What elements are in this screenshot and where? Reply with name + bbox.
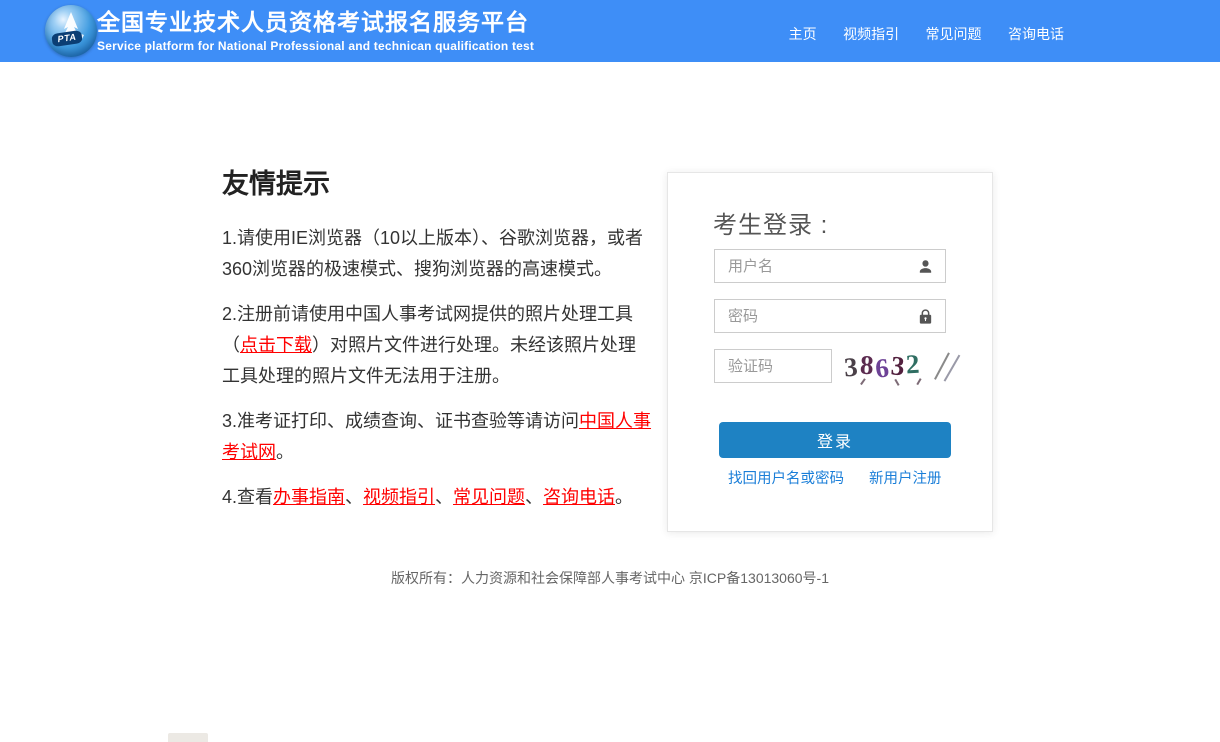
- lock-icon: [917, 308, 934, 325]
- nav-phone-link[interactable]: 咨询电话: [1008, 26, 1064, 42]
- tip-item-1: 1.请使用IE浏览器（10以上版本）、谷歌浏览器，或者360浏览器的极速模式、搜…: [222, 223, 652, 285]
- captcha-field-wrapper: [714, 349, 832, 383]
- download-photo-tool-link[interactable]: 点击下载: [240, 335, 312, 355]
- cpta-site-link[interactable]: 中国人事考试网: [222, 411, 651, 462]
- tips-list: 1.请使用IE浏览器（10以上版本）、谷歌浏览器，或者360浏览器的极速模式、搜…: [222, 223, 652, 513]
- header-nav: 主页 视频指引 常见问题 咨询电话: [767, 24, 1064, 44]
- captcha-input[interactable]: [715, 350, 831, 382]
- tips-heading: 友情提示: [222, 162, 652, 201]
- captcha-digits: 38632: [844, 350, 956, 381]
- new-user-register-link[interactable]: 新用户注册: [869, 467, 942, 488]
- forgot-credentials-link[interactable]: 找回用户名或密码: [728, 467, 844, 488]
- bottom-edge-artifact: [168, 733, 208, 742]
- site-title: 全国专业技术人员资格考试报名服务平台: [97, 8, 534, 36]
- username-field-wrapper: [714, 249, 946, 283]
- login-panel: 考生登录 : 38632 登录 找回用户名或密码 新用户注册: [667, 172, 993, 532]
- login-button[interactable]: 登录: [719, 422, 951, 458]
- service-guide-link[interactable]: 办事指南: [273, 487, 345, 507]
- header-bar: PTA 全国专业技术人员资格考试报名服务平台 Service platform …: [0, 0, 1220, 62]
- faq-link[interactable]: 常见问题: [453, 487, 525, 507]
- tip-item-3: 3.准考证打印、成绩查询、证书查验等请访问中国人事考试网。: [222, 406, 652, 468]
- nav-video-guide-link[interactable]: 视频指引: [843, 26, 899, 42]
- nav-faq-link[interactable]: 常见问题: [926, 26, 982, 42]
- tip-item-2: 2.注册前请使用中国人事考试网提供的照片处理工具（点击下载）对照片文件进行处理。…: [222, 299, 652, 392]
- password-input[interactable]: [715, 300, 945, 332]
- tip-item-4: 4.查看办事指南、视频指引、常见问题、咨询电话。: [222, 482, 652, 513]
- pta-logo-icon: PTA: [45, 5, 97, 57]
- password-field-wrapper: [714, 299, 946, 333]
- captcha-image[interactable]: 38632: [844, 349, 956, 387]
- video-guide-link[interactable]: 视频指引: [363, 487, 435, 507]
- phone-link[interactable]: 咨询电话: [543, 487, 615, 507]
- site-subtitle: Service platform for National Profession…: [97, 39, 534, 53]
- login-title: 考生登录 :: [713, 205, 828, 240]
- nav-home-link[interactable]: 主页: [789, 26, 817, 42]
- footer-copyright: 版权所有：人力资源和社会保障部人事考试中心 京ICP备13013060号-1: [0, 568, 1220, 588]
- friendly-tips-section: 友情提示 1.请使用IE浏览器（10以上版本）、谷歌浏览器，或者360浏览器的极…: [222, 162, 652, 527]
- user-icon: [917, 258, 934, 275]
- username-input[interactable]: [715, 250, 945, 282]
- site-title-block: 全国专业技术人员资格考试报名服务平台 Service platform for …: [97, 8, 534, 53]
